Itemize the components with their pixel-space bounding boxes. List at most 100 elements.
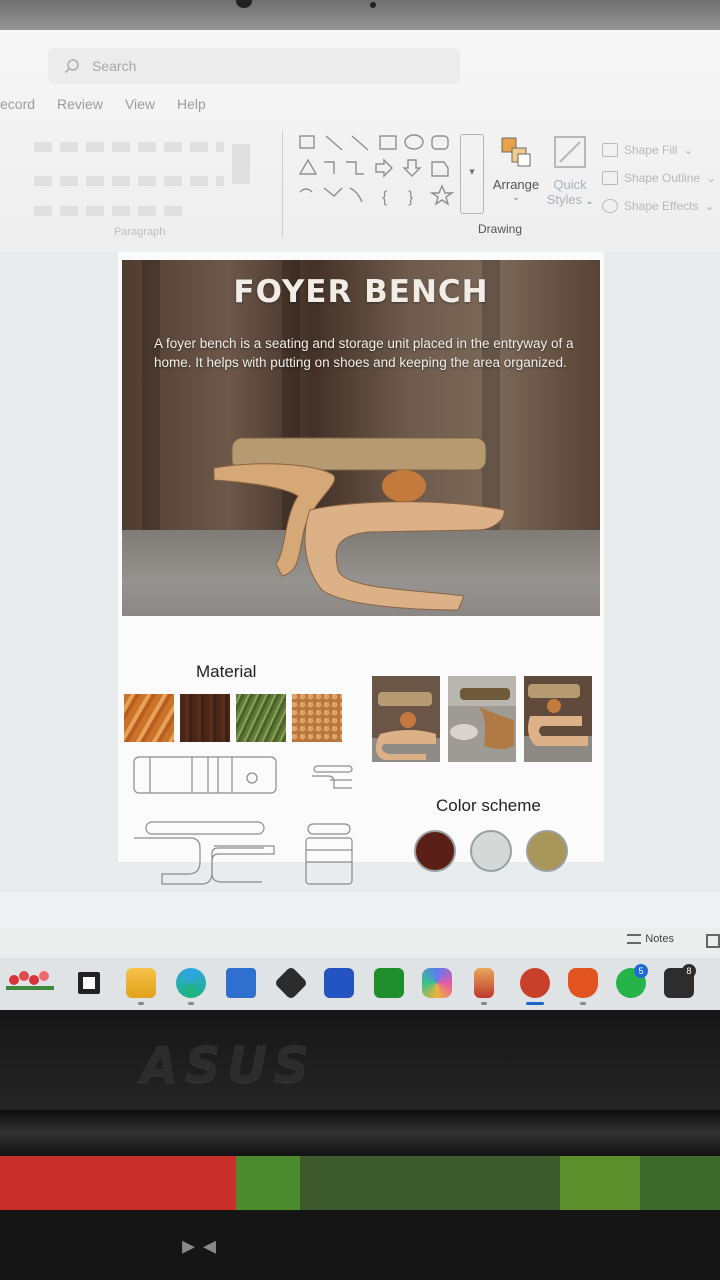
arrange-button[interactable]: Arrange ⌄	[488, 134, 544, 203]
running-indicator	[580, 1002, 586, 1005]
text-direction-button[interactable]	[232, 144, 254, 184]
desk-mat	[0, 1156, 720, 1210]
quick-styles-button[interactable]: Quick Styles ⌄	[544, 134, 596, 207]
microsoft-store-icon[interactable]	[226, 968, 256, 998]
swatch-leaf-fiber[interactable]	[236, 694, 286, 742]
brave-browser-icon[interactable]	[568, 968, 598, 998]
active-indicator	[526, 1002, 544, 1005]
shape-fill-label: Shape Fill	[624, 143, 678, 157]
paragraph-group-label: Paragraph	[114, 226, 166, 238]
search-icon	[64, 59, 79, 74]
swatch-light-wood[interactable]	[124, 694, 174, 742]
quick-styles-label-2: Styles	[546, 192, 583, 207]
thumbnail-bench-angle[interactable]	[448, 676, 516, 762]
status-bar: Notes	[0, 928, 720, 958]
chevron-down-icon: ⌄	[585, 196, 594, 206]
material-heading[interactable]: Material	[196, 662, 256, 682]
ribbon: Search ecord Review View Help Paragraph	[0, 30, 720, 250]
pencil-app-icon[interactable]	[474, 968, 494, 998]
svg-text:{: {	[382, 189, 388, 206]
color-swatch-light-grey[interactable]	[470, 830, 512, 872]
monitor-bezel	[0, 0, 720, 34]
tab-record[interactable]: ecord	[0, 96, 35, 112]
shapes-more-button[interactable]: ▾	[460, 134, 484, 214]
slide-canvas: FOYER BENCH A foyer bench is a seating a…	[0, 252, 720, 892]
shape-fill-button[interactable]: Shape Fill ⌄	[602, 136, 716, 164]
top-view-sketch[interactable]	[132, 754, 280, 796]
thumbnail-bench-front[interactable]	[372, 676, 440, 762]
bench-photo[interactable]: FOYER BENCH A foyer bench is a seating a…	[122, 260, 600, 616]
slide[interactable]: FOYER BENCH A foyer bench is a seating a…	[118, 252, 604, 885]
side-view-sketch[interactable]	[304, 822, 354, 886]
whatsapp-badge: 5	[634, 964, 648, 978]
tab-help[interactable]: Help	[177, 96, 206, 112]
group-separator	[282, 130, 283, 238]
slide-title[interactable]: FOYER BENCH	[122, 274, 600, 310]
tray-app-badge: 8	[682, 964, 696, 978]
shape-outline-button[interactable]: Shape Outline ⌄	[602, 164, 716, 192]
photo-stage: Search ecord Review View Help Paragraph	[0, 0, 720, 1280]
hinge	[0, 1110, 720, 1156]
brand-logo: ASUS	[140, 1036, 316, 1094]
paint-bucket-icon	[602, 143, 618, 157]
tab-review[interactable]: Review	[57, 96, 103, 112]
swatch-dark-walnut[interactable]	[180, 694, 230, 742]
pen-icon	[602, 171, 618, 185]
paragraph-row-3[interactable]	[34, 206, 184, 216]
paragraph-row-2[interactable]	[34, 176, 224, 186]
small-side-sketch[interactable]	[310, 764, 356, 790]
shapes-icons: { }	[298, 134, 455, 206]
color-swatch-olive-gold[interactable]	[526, 830, 568, 872]
chevron-down-icon: ⌄	[683, 143, 694, 157]
ribbon-tabs: ecord Review View Help	[0, 96, 206, 112]
notes-icon	[627, 934, 642, 944]
svg-text:}: }	[408, 189, 414, 206]
thumbnail-image	[448, 676, 516, 762]
search-box[interactable]: Search	[48, 48, 460, 84]
color-scheme-swatches	[414, 830, 568, 872]
material-swatches	[124, 694, 342, 742]
quick-styles-label-1: Quick	[553, 177, 587, 192]
paragraph-row-1[interactable]	[34, 142, 224, 152]
shape-effects-button[interactable]: Shape Effects ⌄	[602, 192, 716, 220]
chevron-down-icon: ⌄	[512, 192, 520, 202]
camera-icon	[236, 0, 252, 8]
sensor-dot	[370, 2, 376, 8]
front-view-sketch[interactable]	[132, 820, 278, 886]
color-scheme-heading[interactable]: Color scheme	[436, 796, 541, 816]
thumbnail-bench-side[interactable]	[524, 676, 592, 762]
deck-logo-icon: ▸◂	[182, 1230, 225, 1260]
remote-app-icon[interactable]	[324, 968, 354, 998]
shape-effects-label: Shape Effects	[624, 199, 699, 213]
shape-outline-label: Shape Outline	[624, 171, 701, 185]
flowers-widget-icon[interactable]	[4, 966, 56, 996]
task-view-icon[interactable]	[78, 972, 100, 994]
normal-view-icon[interactable]	[706, 934, 720, 948]
slide-description[interactable]: A foyer bench is a seating and storage u…	[154, 334, 596, 372]
shapes-gallery[interactable]: { }	[296, 130, 486, 214]
copilot-icon[interactable]	[422, 968, 452, 998]
running-indicator	[481, 1002, 487, 1005]
tab-view[interactable]: View	[125, 96, 155, 112]
quick-styles-icon	[554, 136, 586, 168]
screen: Search ecord Review View Help Paragraph	[0, 30, 720, 1010]
color-swatch-brown[interactable]	[414, 830, 456, 872]
chatgpt-icon[interactable]	[274, 966, 308, 1000]
file-explorer-icon[interactable]	[126, 968, 156, 998]
arrange-label: Arrange	[492, 177, 540, 192]
chevron-down-icon: ⌄	[704, 199, 715, 213]
running-indicator	[138, 1002, 144, 1005]
powerpoint-icon[interactable]	[520, 968, 550, 998]
drawing-group-label: Drawing	[478, 222, 523, 236]
thumbnail-image	[524, 676, 592, 762]
shape-format-list: Shape Fill ⌄ Shape Outline ⌄ Shape Effects…	[602, 136, 716, 220]
reference-thumbnails	[372, 676, 592, 762]
keyboard-deck: ▸◂	[0, 1210, 720, 1280]
edge-browser-icon[interactable]	[176, 968, 206, 998]
running-indicator	[188, 1002, 194, 1005]
notes-label: Notes	[645, 933, 674, 945]
swatch-cork[interactable]	[292, 694, 342, 742]
notes-button[interactable]: Notes	[627, 933, 674, 945]
xbox-icon[interactable]	[374, 968, 404, 998]
laptop-body: ASUS ▸◂	[0, 1010, 720, 1280]
